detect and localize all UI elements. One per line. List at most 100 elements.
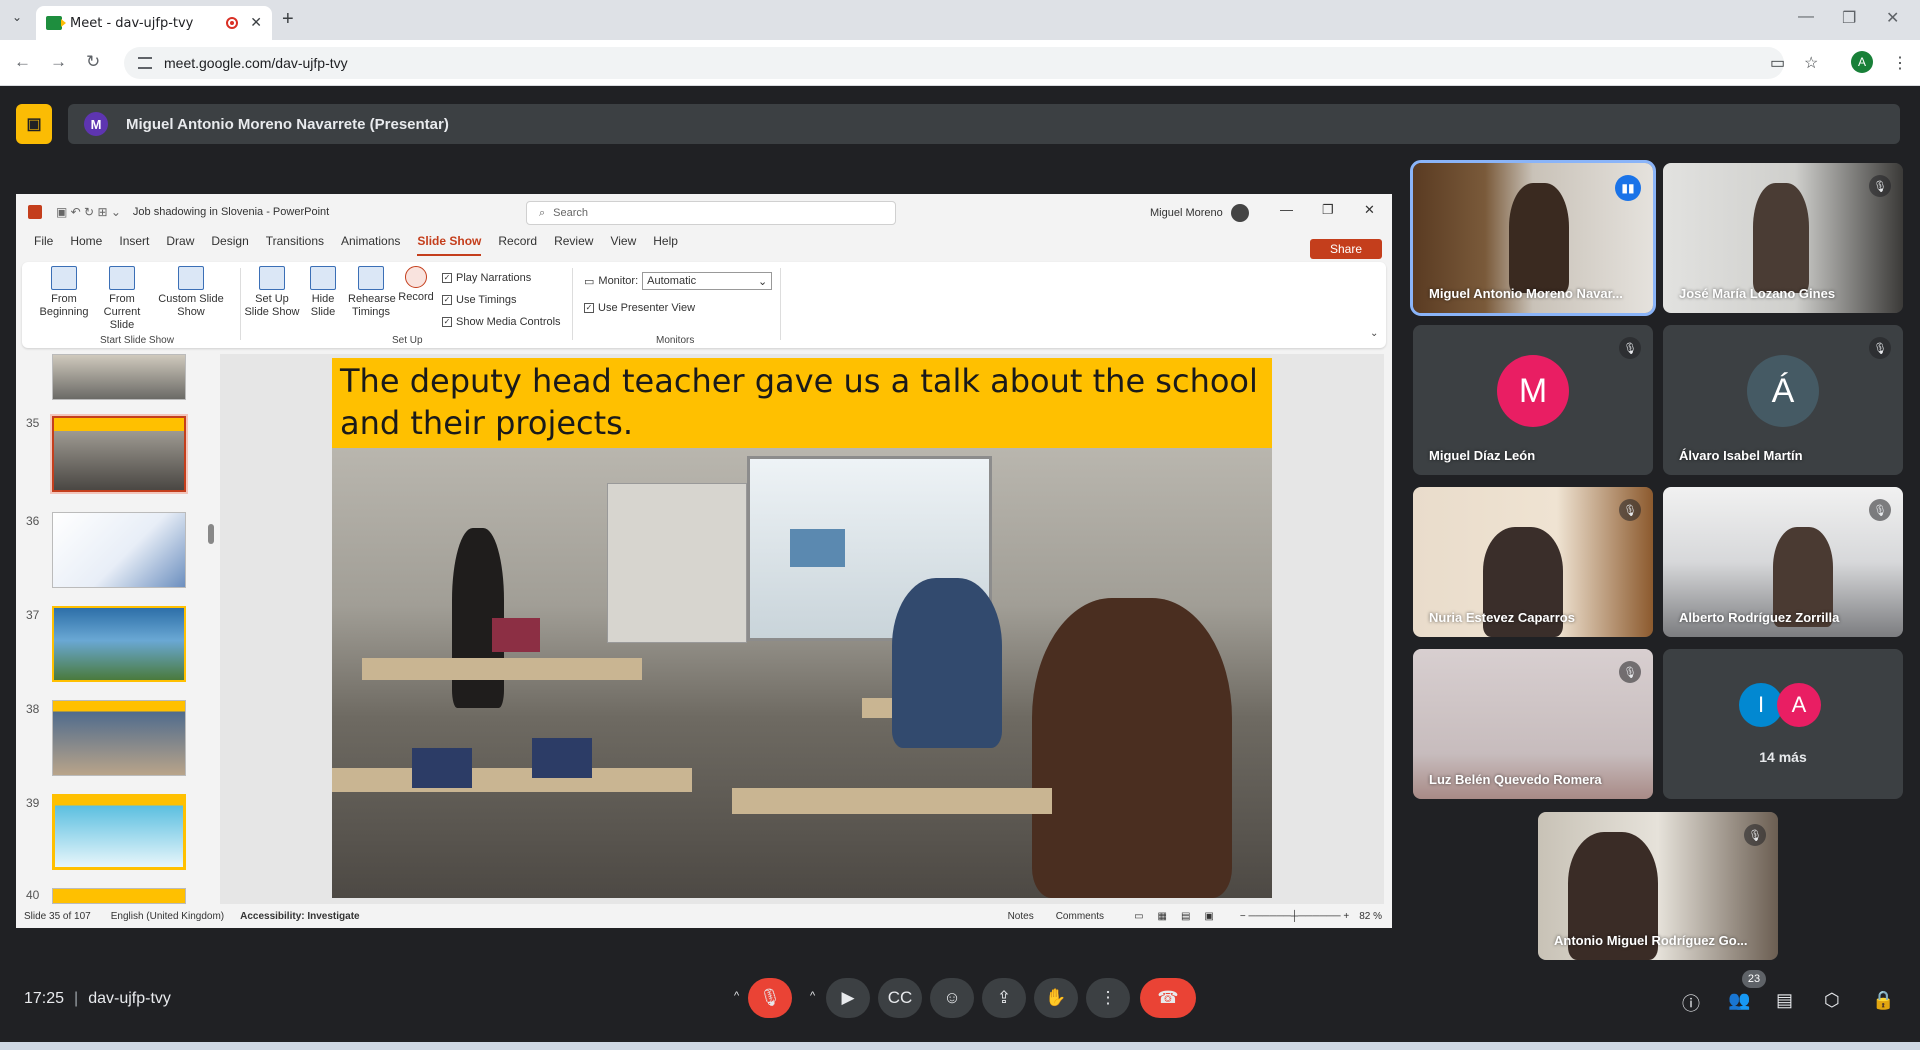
cast-icon[interactable]: ▭ (1770, 53, 1785, 73)
camera-icon: ▶ (841, 988, 855, 1007)
chair (532, 738, 592, 778)
more-options-button[interactable]: ⋮ (1086, 978, 1130, 1018)
audio-options-chevron-icon[interactable]: ^ (734, 990, 739, 1002)
ppt-user: Miguel Moreno (1150, 204, 1249, 222)
restore-icon[interactable]: ❐ (1842, 8, 1856, 28)
ppt-status-bar: Slide 35 of 107 English (United Kingdom)… (16, 904, 1392, 928)
leave-call-button[interactable]: ☎ (1140, 978, 1196, 1018)
microphone-toggle-button[interactable]: 🎙 (748, 978, 792, 1018)
stop-presenting-icon[interactable]: ▣ (16, 104, 52, 144)
participant-avatar: M (1497, 355, 1569, 427)
present-button[interactable]: ⇪ (982, 978, 1026, 1018)
video-options-chevron-icon[interactable]: ^ (810, 990, 815, 1002)
monitor-select: ▭ Monitor: Automatic ⌄ (584, 272, 773, 290)
forward-icon[interactable]: → (50, 52, 67, 72)
address-bar[interactable]: meet.google.com/dav-ujfp-tvy (124, 47, 1784, 79)
desk (362, 658, 642, 680)
raise-hand-button[interactable]: ✋ (1034, 978, 1078, 1018)
slide-thumbnail (52, 354, 186, 400)
participant-tile[interactable]: M 🎙 Miguel Díaz León (1413, 325, 1653, 475)
menu-animations: Animations (341, 234, 401, 248)
checkbox-checked-icon: ✓ (584, 303, 594, 313)
slide-number: 39 (26, 796, 40, 810)
captions-button[interactable]: CC (878, 978, 922, 1018)
close-window-icon[interactable]: ✕ (1886, 8, 1899, 28)
slide-number: 35 (26, 416, 40, 430)
checkbox-checked-icon: ✓ (442, 273, 452, 283)
mic-off-icon: 🎙 (1869, 499, 1891, 521)
site-info-icon[interactable] (138, 57, 152, 69)
meeting-info: 17:25 | dav-ujfp-tvy (24, 990, 171, 1007)
participant-name: Nuria Estevez Caparros (1429, 610, 1575, 625)
meeting-details-icon[interactable]: ⓘ (1682, 990, 1700, 1016)
close-tab-icon[interactable]: ✕ (250, 15, 262, 31)
slide-number: 40 (26, 888, 40, 902)
profile-avatar[interactable]: A (1851, 51, 1873, 73)
ppt-maximize-icon: ❐ (1322, 202, 1334, 217)
custom-show-button: Custom Slide Show (158, 266, 224, 319)
setup-show-icon (259, 266, 285, 290)
more-participants-tile[interactable]: I A 14 más (1663, 649, 1903, 799)
reload-icon[interactable]: ↻ (86, 52, 100, 72)
browser-tab-bar: ⌄ Meet - dav-ujfp-tvy ✕ + — ❐ ✕ (0, 0, 1920, 40)
menu-record: Record (498, 234, 538, 248)
participant-figure (1753, 183, 1809, 293)
participant-name: Miguel Antonio Moreno Navar... (1429, 286, 1623, 301)
participant-figure (1509, 183, 1569, 293)
participant-name: Antonio Miguel Rodríguez Go... (1554, 933, 1748, 948)
new-tab-button[interactable]: + (282, 8, 294, 31)
slide-thumbnail (52, 794, 186, 870)
mic-off-icon: 🎙 (1619, 337, 1641, 359)
setup-show-button: Set Up Slide Show (242, 266, 302, 319)
from-beginning-button: From Beginning (36, 266, 92, 319)
mic-off-icon: 🎙 (759, 988, 781, 1007)
minimize-icon[interactable]: — (1798, 8, 1814, 26)
ribbon-divider (572, 268, 573, 340)
participant-tile[interactable]: 🎙 Alberto Rodríguez Zorrilla (1663, 487, 1903, 637)
checkbox-checked-icon: ✓ (442, 317, 452, 327)
people-icon[interactable]: 👥 (1728, 990, 1750, 1011)
bookmark-star-icon[interactable]: ☆ (1804, 53, 1818, 73)
host-controls-icon[interactable]: 🔒 (1872, 990, 1894, 1011)
monitor-icon: ▭ (584, 275, 595, 288)
slide-canvas: The deputy head teacher gave us a talk a… (220, 354, 1384, 904)
tab-search-icon[interactable]: ⌄ (12, 10, 22, 24)
os-taskbar (0, 1042, 1920, 1050)
participant-tile[interactable]: 🎙 José María Lozano Gines (1663, 163, 1903, 313)
meeting-time: 17:25 (24, 990, 65, 1007)
current-slide: The deputy head teacher gave us a talk a… (332, 358, 1272, 898)
participant-name: José María Lozano Gines (1679, 286, 1836, 301)
chrome-menu-icon[interactable]: ⋮ (1892, 53, 1908, 73)
chevron-down-icon: ⌄ (757, 275, 768, 288)
language: English (United Kingdom) (110, 910, 225, 922)
slide-thumbnail-selected (50, 414, 188, 494)
people-count-badge: 23 (1742, 970, 1766, 988)
ppt-user-name: Miguel Moreno (1150, 207, 1223, 219)
browser-tab[interactable]: Meet - dav-ujfp-tvy ✕ (36, 6, 272, 40)
slide-thumbnail (52, 512, 186, 588)
self-view-tile[interactable]: 🎙 Antonio Miguel Rodríguez Go... (1538, 812, 1778, 960)
slide-thumbnail (52, 888, 186, 904)
accessibility-status: Accessibility: Investigate (240, 910, 360, 922)
participant-tile[interactable]: Á 🎙 Álvaro Isabel Martín (1663, 325, 1903, 475)
reactions-button[interactable]: ☺ (930, 978, 974, 1018)
monitor-dropdown: Automatic ⌄ (642, 272, 773, 290)
menu-design: Design (211, 234, 249, 248)
meet-control-bar: 17:25 | dav-ujfp-tvy ^ 🎙 ^ ▶ CC ☺ ⇪ ✋ ⋮ ☎ … (0, 970, 1920, 1026)
chat-icon[interactable]: ▤ (1776, 990, 1793, 1011)
participant-tile[interactable]: 🎙 Nuria Estevez Caparros (1413, 487, 1653, 637)
participant-name: Álvaro Isabel Martín (1679, 448, 1803, 463)
menu-help: Help (653, 234, 678, 248)
slide-number: 36 (26, 514, 40, 528)
powerpoint-logo-icon (28, 205, 42, 219)
participant-tile[interactable]: ▮▮ Miguel Antonio Moreno Navar... (1410, 160, 1656, 316)
activities-icon[interactable]: ⬡ (1824, 990, 1840, 1011)
back-icon[interactable]: ← (14, 52, 31, 72)
ppt-share-button: Share (1310, 239, 1382, 259)
camera-toggle-button[interactable]: ▶ (826, 978, 870, 1018)
record-icon (405, 266, 427, 288)
setup-show-label: Set Up Slide Show (244, 293, 300, 318)
participant-tile[interactable]: 🎙 Luz Belén Quevedo Romera (1413, 649, 1653, 799)
slide-count: Slide 35 of 107 (24, 910, 91, 922)
presenter-name: Miguel Antonio Moreno Navarrete (Present… (126, 115, 449, 133)
